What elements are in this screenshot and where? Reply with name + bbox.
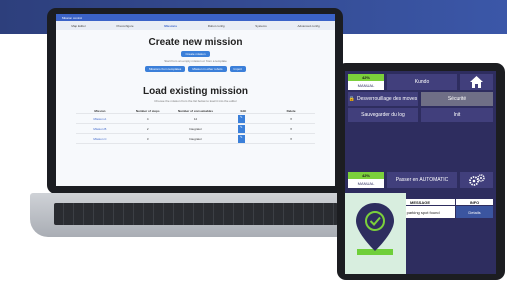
save-log-button[interactable]: Sauvegarder du log bbox=[348, 108, 418, 122]
home-icon bbox=[470, 76, 483, 88]
edit-icon[interactable]: ✎ bbox=[237, 124, 245, 133]
app-tabs: Map Editor Preconfigure Missions Robot c… bbox=[56, 21, 335, 30]
load-hint: Choose the mission from the list below t… bbox=[154, 99, 237, 103]
app-topbar: Mission control bbox=[56, 14, 335, 21]
col-edit: Edit bbox=[240, 108, 247, 113]
laptop-keyboard bbox=[54, 203, 338, 225]
mission-name[interactable]: Mission C bbox=[76, 137, 124, 141]
tab-map-editor[interactable]: Map Editor bbox=[71, 24, 86, 28]
menu-button[interactable]: Kundo bbox=[387, 74, 457, 90]
settings-button[interactable] bbox=[460, 172, 493, 188]
missions-table: Mission Number of steps Number of consum… bbox=[76, 108, 315, 144]
table-row[interactable]: Mission B 2 Integrator ✎ ✕ bbox=[76, 124, 315, 134]
import-button[interactable]: Import bbox=[229, 66, 247, 72]
col-consumables: Number of consumables bbox=[177, 108, 213, 113]
init-button[interactable]: Init bbox=[421, 108, 493, 122]
battery-level: 42% bbox=[348, 172, 384, 179]
map-view[interactable] bbox=[345, 193, 406, 274]
from-template-button[interactable]: Missions from templates bbox=[144, 66, 186, 72]
delete-icon[interactable]: ✕ bbox=[267, 137, 315, 141]
delete-icon[interactable]: ✕ bbox=[267, 117, 315, 121]
lock-icon: 🔒 bbox=[348, 96, 355, 102]
col-steps: Number of steps bbox=[135, 108, 160, 113]
create-mission-title: Create new mission bbox=[148, 37, 243, 48]
table-row[interactable]: Mission A 4 12 ✎ ✕ bbox=[76, 114, 315, 124]
battery-level: 42% bbox=[348, 74, 384, 81]
tab-preconfigure[interactable]: Preconfigure bbox=[117, 24, 134, 28]
mode-indicator: MANUAL bbox=[348, 81, 384, 90]
mission-name[interactable]: Mission A bbox=[76, 117, 124, 121]
mission-steps: 2 bbox=[146, 126, 149, 131]
mission-consumables: Integrator bbox=[189, 126, 202, 131]
mission-steps: 3 bbox=[146, 136, 149, 141]
mission-steps: 4 bbox=[146, 116, 149, 121]
col-info: INFO bbox=[456, 199, 493, 205]
home-button[interactable] bbox=[460, 74, 493, 90]
mode-indicator: MANUAL bbox=[348, 179, 384, 188]
unlock-moves-label: Desverrouillage des moves bbox=[356, 96, 418, 102]
col-mission: Mission bbox=[94, 108, 106, 113]
create-hint: Start from an empty mission or from a te… bbox=[164, 59, 227, 63]
switch-automatic-button[interactable]: Passer en AUTOMATIC bbox=[387, 172, 457, 188]
security-button[interactable]: Sécurité bbox=[421, 92, 493, 106]
battery-status: 42% MANUAL bbox=[348, 74, 384, 90]
gears-icon bbox=[468, 174, 485, 186]
app-title: Mission control bbox=[62, 15, 83, 20]
tab-systems[interactable]: Systems bbox=[255, 24, 267, 28]
mission-consumables: 12 bbox=[193, 116, 198, 121]
tablet-screen: 42% MANUAL Kundo 🔒 Desverrouillage des m… bbox=[345, 71, 496, 274]
col-delete: Delete bbox=[286, 108, 296, 113]
mission-consumables: Integrator bbox=[189, 136, 202, 141]
table-row[interactable]: Mission C 3 Integrator ✎ ✕ bbox=[76, 134, 315, 144]
log-details-button[interactable]: Details bbox=[456, 206, 493, 218]
edit-icon[interactable]: ✎ bbox=[237, 134, 245, 143]
battery-status: 42% MANUAL bbox=[348, 172, 384, 188]
location-pin-icon bbox=[356, 203, 394, 255]
tab-robot-config[interactable]: Robot config bbox=[208, 24, 225, 28]
edit-icon[interactable]: ✎ bbox=[237, 114, 245, 123]
unlock-moves-button[interactable]: 🔒 Desverrouillage des moves bbox=[348, 92, 418, 106]
create-mission-button[interactable]: Create mission bbox=[181, 51, 210, 57]
delete-icon[interactable]: ✕ bbox=[267, 127, 315, 131]
other-robots-button[interactable]: Mission in other robots bbox=[188, 66, 227, 72]
mission-name[interactable]: Mission B bbox=[76, 127, 124, 131]
laptop-screen: Mission control Map Editor Preconfigure … bbox=[56, 14, 335, 186]
load-mission-title: Load existing mission bbox=[142, 86, 249, 97]
tab-missions[interactable]: Missions bbox=[164, 24, 177, 28]
tab-advanced-config[interactable]: Advanced config bbox=[297, 24, 319, 28]
